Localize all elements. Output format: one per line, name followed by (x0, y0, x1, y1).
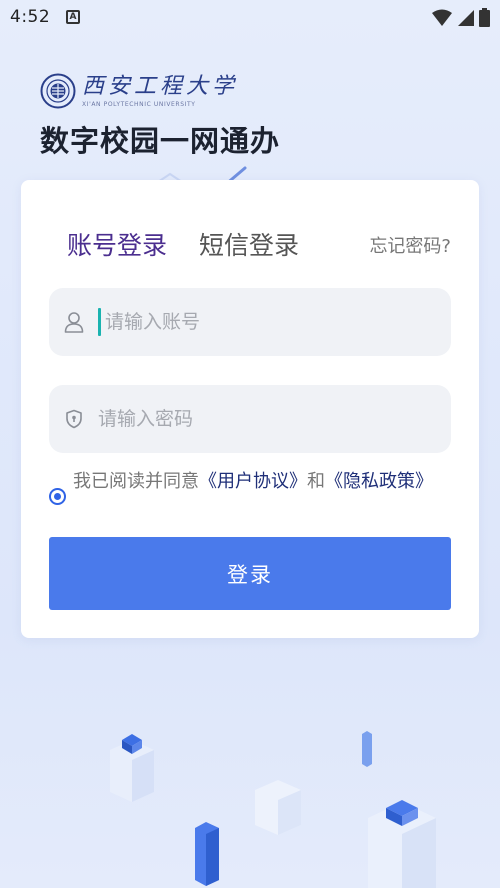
wifi-icon (432, 9, 452, 26)
user-agreement-link[interactable]: 《用户协议》 (199, 471, 307, 492)
agreement-row: 我已阅读并同意《用户协议》和《隐私政策》 (49, 468, 449, 505)
account-input[interactable] (105, 302, 425, 342)
privacy-policy-link[interactable]: 《隐私政策》 (325, 471, 433, 492)
login-card: 账号登录 短信登录 忘记密码? 我已阅读并同意《用户协议》和《隐私政策》 登录 (21, 180, 479, 638)
notification-icon: A (66, 10, 80, 24)
agreement-connector: 和 (307, 471, 325, 492)
tab-sms-login[interactable]: 短信登录 (199, 226, 299, 262)
agreement-prefix: 我已阅读并同意 (73, 471, 199, 492)
login-button[interactable]: 登录 (49, 537, 451, 610)
status-time: 4:52 (10, 7, 51, 27)
status-icons (431, 8, 490, 27)
university-seal-icon (40, 73, 76, 109)
battery-icon (479, 8, 490, 27)
user-icon (64, 311, 84, 333)
account-field[interactable] (49, 288, 451, 356)
password-field[interactable] (49, 385, 451, 453)
text-caret (98, 308, 101, 336)
university-name-en: XI'AN POLYTECHNIC UNIVERSITY (82, 100, 196, 108)
password-input[interactable] (98, 399, 418, 439)
forgot-password-link[interactable]: 忘记密码? (369, 232, 451, 258)
decorative-isometric-blocks (110, 731, 436, 888)
page-title: 数字校园一网通办 (40, 124, 281, 158)
agreement-text: 我已阅读并同意《用户协议》和《隐私政策》 (73, 468, 449, 495)
tab-account-login[interactable]: 账号登录 (67, 226, 167, 262)
university-logo: 西安工程大学 XI'AN POLYTECHNIC UNIVERSITY (40, 73, 238, 109)
agreement-radio[interactable] (49, 488, 66, 505)
status-bar: 4:52 A (0, 0, 500, 34)
signal-icon (458, 9, 474, 26)
shield-icon (64, 408, 84, 430)
university-name-cn: 西安工程大学 (82, 73, 239, 99)
